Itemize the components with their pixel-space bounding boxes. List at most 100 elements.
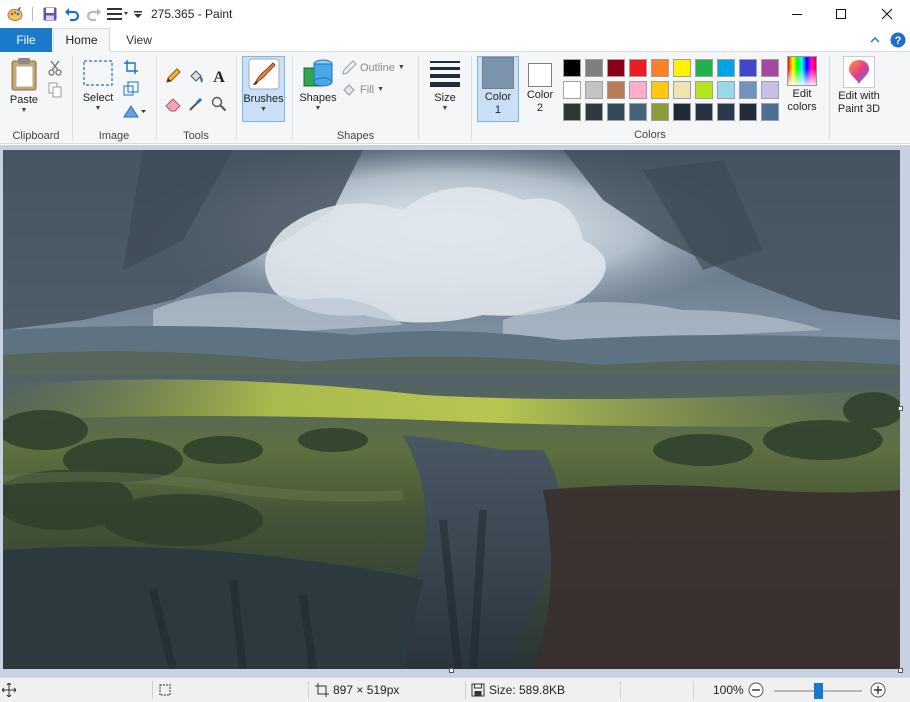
palette-swatch[interactable] [673, 81, 691, 99]
zoom-out-button[interactable] [748, 678, 764, 702]
collapse-ribbon-icon[interactable] [866, 31, 884, 49]
group-separator [236, 56, 237, 140]
resize-icon[interactable] [121, 79, 141, 99]
image-dimensions: 897 × 519px [315, 678, 399, 702]
resize-handle-corner[interactable] [898, 668, 903, 673]
edit-with-paint3d-button[interactable]: Edit with Paint 3D [834, 56, 884, 116]
tab-file[interactable]: File [0, 28, 52, 52]
drawing-canvas[interactable] [3, 150, 900, 669]
palette-swatch[interactable] [739, 59, 757, 77]
customize-toolbar-icon[interactable] [131, 3, 145, 25]
paint-app-icon[interactable] [4, 3, 26, 25]
palette-swatch[interactable] [629, 81, 647, 99]
palette-swatch[interactable] [585, 103, 603, 121]
palette-swatch[interactable] [673, 103, 691, 121]
palette-swatch[interactable] [761, 59, 779, 77]
palette-swatch[interactable] [629, 103, 647, 121]
palette-swatch[interactable] [673, 59, 691, 77]
palette-swatch[interactable] [563, 81, 581, 99]
edit-colors-button[interactable]: Edit colors [782, 56, 822, 114]
help-icon[interactable]: ? [889, 31, 907, 49]
crop-icon[interactable] [121, 57, 141, 77]
palette-swatch[interactable] [717, 103, 735, 121]
zoom-slider[interactable] [774, 683, 862, 699]
color2-button[interactable]: Color 2 [522, 63, 558, 115]
clipboard-group: Paste ▼ Clipboard [0, 52, 72, 144]
tab-home[interactable]: Home [53, 28, 110, 52]
select-button[interactable]: Select ▼ [79, 56, 117, 113]
palette-swatch[interactable] [651, 59, 669, 77]
separator [32, 7, 33, 21]
text-tool-icon[interactable]: A [209, 66, 229, 86]
undo-icon[interactable] [61, 3, 83, 25]
palette-swatch[interactable] [585, 59, 603, 77]
ribbon: Paste ▼ Clipboard Select ▼ Image A Tools… [0, 52, 910, 144]
size-label: Size [434, 92, 456, 104]
color2-swatch [528, 63, 552, 87]
color1-button[interactable]: Color 1 [477, 56, 519, 122]
copy-icon[interactable] [45, 80, 65, 100]
palette-swatch[interactable] [739, 103, 757, 121]
palette-swatch[interactable] [695, 81, 713, 99]
canvas-workspace [0, 145, 910, 677]
zoom-level: 100% [713, 683, 744, 697]
properties-icon[interactable] [105, 3, 131, 25]
size-button[interactable]: Size ▼ [424, 56, 466, 113]
brushes-button[interactable]: Brushes ▼ [242, 56, 285, 122]
group-separator [418, 56, 419, 140]
save-icon[interactable] [39, 3, 61, 25]
redo-icon[interactable] [83, 3, 105, 25]
shapes-label: Shapes [299, 92, 337, 104]
plus-circle-icon [870, 682, 886, 698]
palette-swatch[interactable] [651, 103, 669, 121]
palette-swatch[interactable] [695, 59, 713, 77]
fill-button[interactable]: Fill ▼ [341, 82, 384, 98]
palette-swatch[interactable] [761, 103, 779, 121]
color-picker-icon[interactable] [186, 94, 206, 114]
shapes-button[interactable]: Shapes ▼ [298, 56, 338, 113]
fill-bucket-icon[interactable] [186, 66, 206, 86]
palette-swatch[interactable] [607, 81, 625, 99]
outline-icon [342, 60, 357, 75]
palette-swatch[interactable] [761, 81, 779, 99]
palette-swatch[interactable] [695, 103, 713, 121]
palette-swatch[interactable] [563, 59, 581, 77]
select-rectangle-icon [83, 60, 113, 86]
palette-swatch[interactable] [563, 103, 581, 121]
palette-swatch[interactable] [717, 81, 735, 99]
palette-swatch[interactable] [651, 81, 669, 99]
palette-swatch[interactable] [629, 59, 647, 77]
clipboard-group-label: Clipboard [12, 130, 60, 142]
pencil-icon[interactable] [163, 66, 183, 86]
palette-swatch[interactable] [739, 81, 757, 99]
close-button[interactable] [864, 0, 910, 28]
magnifier-icon[interactable] [209, 94, 229, 114]
maximize-button[interactable] [818, 0, 864, 28]
chevron-down-icon: ▼ [314, 105, 322, 112]
minimize-button[interactable] [774, 0, 820, 28]
status-separator [152, 681, 153, 699]
svg-text:?: ? [895, 35, 902, 47]
image-size-icon [315, 683, 329, 697]
group-separator [471, 56, 472, 140]
resize-handle-bottom[interactable] [449, 668, 454, 673]
color2-label: Color 2 [526, 89, 554, 114]
palette-swatch[interactable] [607, 59, 625, 77]
palette-swatch[interactable] [607, 103, 625, 121]
resize-handle-right[interactable] [898, 406, 903, 411]
status-bar: 897 × 519px Size: 589.8KB 100% [0, 677, 910, 702]
outline-button[interactable]: Outline ▼ [341, 60, 405, 76]
cut-icon[interactable] [45, 58, 65, 78]
shapes-group: Shapes ▼ Outline ▼ Fill ▼ Shapes [293, 52, 418, 144]
palette-swatch[interactable] [585, 81, 603, 99]
zoom-in-button[interactable] [870, 678, 886, 702]
tab-view[interactable]: View [115, 28, 163, 52]
zoom-slider-thumb[interactable] [814, 683, 823, 699]
svg-text:A: A [213, 69, 225, 84]
paste-button[interactable]: Paste ▼ [6, 56, 42, 115]
rotate-icon[interactable] [121, 101, 149, 121]
chevron-down-icon: ▼ [377, 86, 384, 93]
eraser-icon[interactable] [163, 94, 183, 114]
status-separator [308, 681, 309, 699]
palette-swatch[interactable] [717, 59, 735, 77]
